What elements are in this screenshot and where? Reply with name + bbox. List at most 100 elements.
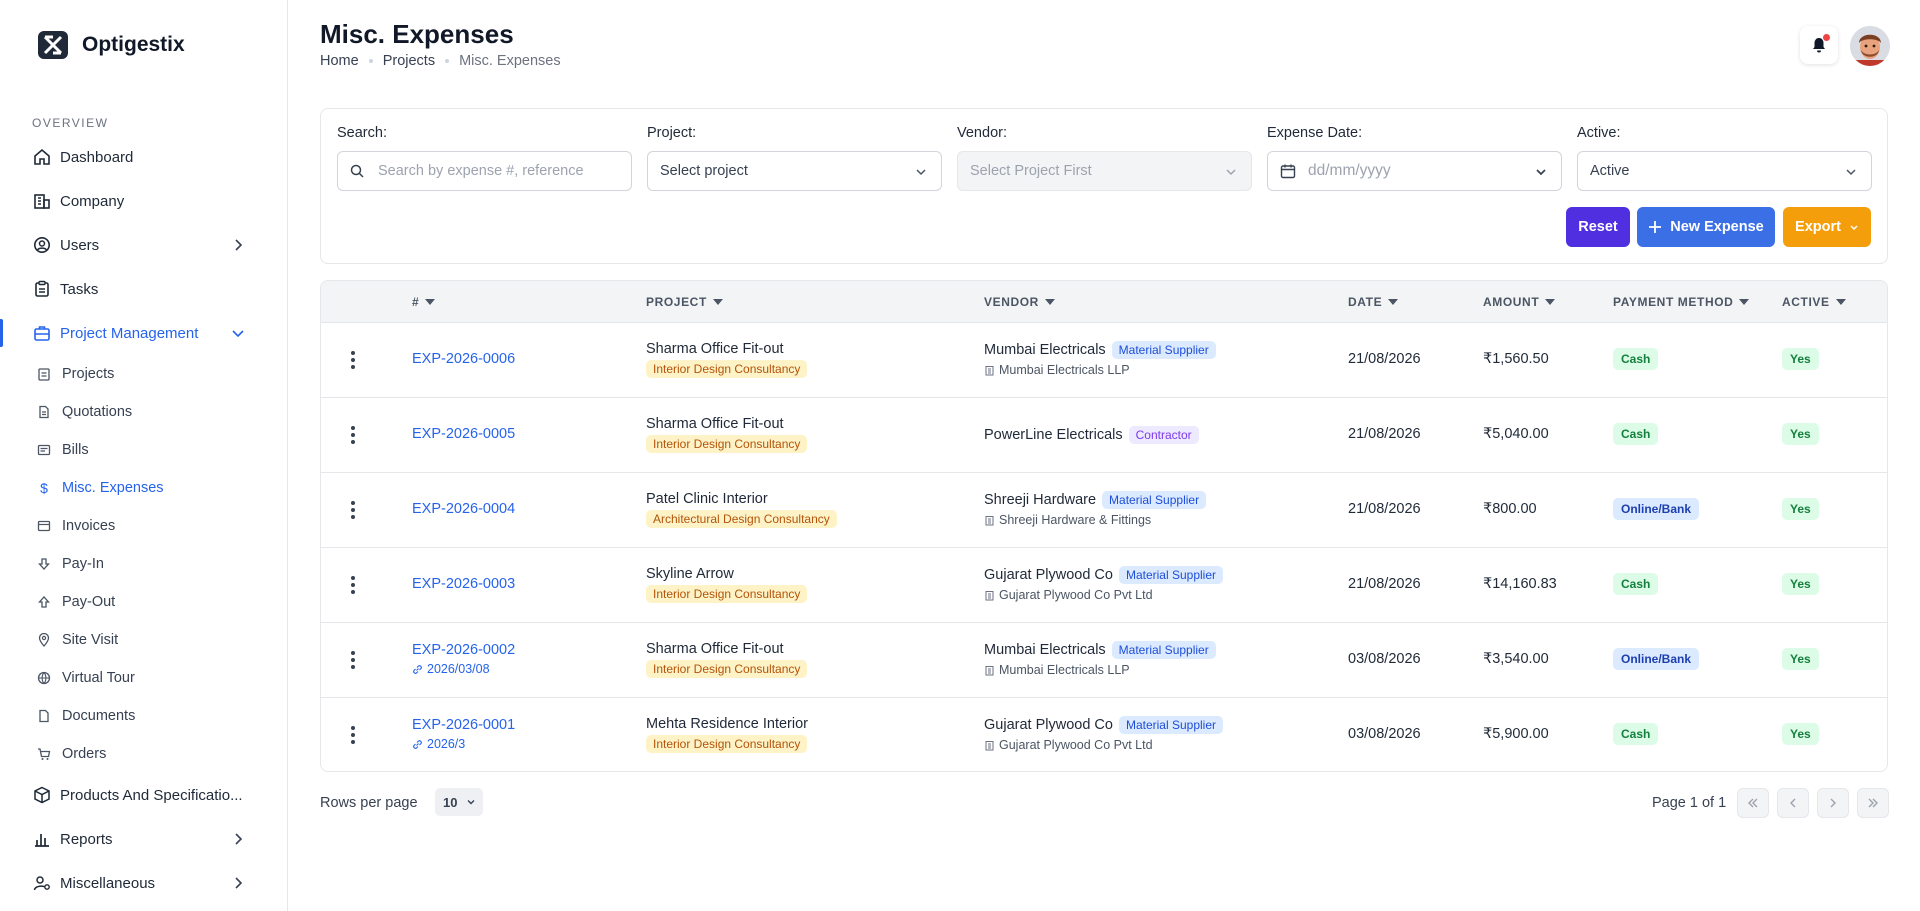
- row-actions-button[interactable]: [341, 647, 365, 673]
- kebab-dot: [351, 365, 355, 369]
- row-actions-button[interactable]: [341, 572, 365, 598]
- vendor-cell: PowerLine Electricals Contractor: [984, 426, 1199, 444]
- project-filter: Project: Select project: [647, 125, 942, 191]
- table-row[interactable]: EXP-2026-0001 2026/3 Mehta Residence Inter…: [321, 697, 1887, 771]
- sidebar-subitem-site-visit[interactable]: Site Visit: [0, 621, 288, 659]
- vendor-select[interactable]: Select Project First: [957, 151, 1252, 191]
- expense-number-link[interactable]: EXP-2026-0002: [412, 642, 515, 658]
- expense-number-link[interactable]: EXP-2026-0004: [412, 501, 515, 517]
- kebab-dot: [351, 576, 355, 580]
- globe-icon: [36, 670, 52, 686]
- sidebar-subitem-bills[interactable]: Bills: [0, 431, 288, 469]
- sidebar-subitem-pay-out[interactable]: Pay-Out: [0, 583, 288, 621]
- active-status-badge: Yes: [1782, 498, 1819, 520]
- filter-panel: Search: Search by expense #, reference P…: [320, 108, 1888, 264]
- next-page-button[interactable]: [1817, 788, 1849, 818]
- sidebar-item-company[interactable]: Company: [0, 179, 288, 223]
- expense-date-picker[interactable]: dd/mm/yyyy: [1267, 151, 1562, 191]
- first-page-button[interactable]: [1737, 788, 1769, 818]
- amount-cell: ₹5,040.00: [1483, 426, 1549, 442]
- sidebar-subitem-quotations[interactable]: Quotations: [0, 393, 288, 431]
- table-row[interactable]: EXP-2026-0002 2026/03/08 Sharma Office Fit…: [321, 622, 1887, 697]
- column-header-vendor[interactable]: VENDOR: [984, 295, 1055, 309]
- sidebar-subitem-projects[interactable]: Projects: [0, 355, 288, 393]
- sidebar-subitem-label: Projects: [62, 366, 115, 382]
- sidebar-subitem-documents[interactable]: Documents: [0, 697, 288, 735]
- arrow-up-icon: [36, 594, 52, 610]
- project-cell: Sharma Office Fit-out Interior Design Con…: [646, 641, 808, 678]
- search-input[interactable]: Search by expense #, reference: [337, 151, 632, 191]
- row-actions-button[interactable]: [341, 722, 365, 748]
- active-select-value: Active: [1590, 163, 1630, 179]
- table-row[interactable]: EXP-2026-0006 Sharma Office Fit-out Interi…: [321, 322, 1887, 397]
- last-page-button[interactable]: [1857, 788, 1889, 818]
- sidebar-item-miscellaneous[interactable]: Miscellaneous: [0, 861, 288, 905]
- project-name: Sharma Office Fit-out: [646, 416, 784, 432]
- kebab-dot: [351, 433, 355, 437]
- expense-date-placeholder: dd/mm/yyyy: [1308, 162, 1391, 179]
- expense-number-cell: EXP-2026-0001 2026/3: [412, 717, 515, 751]
- expense-number-link[interactable]: EXP-2026-0003: [412, 576, 515, 592]
- sidebar-subitem-invoices[interactable]: Invoices: [0, 507, 288, 545]
- payment-method-cell: Cash: [1613, 423, 1659, 445]
- sidebar-item-reports[interactable]: Reports: [0, 817, 288, 861]
- sidebar-item-dashboard[interactable]: Dashboard: [0, 135, 288, 179]
- table-row[interactable]: EXP-2026-0003 Skyline Arrow Interior Desig…: [321, 547, 1887, 622]
- table-row[interactable]: EXP-2026-0005 Sharma Office Fit-out Interi…: [321, 397, 1887, 472]
- payment-method-badge: Cash: [1613, 573, 1659, 595]
- expense-reference-link[interactable]: 2026/03/08: [412, 662, 515, 676]
- page-info: Page 1 of 1: [1652, 795, 1727, 811]
- sidebar-subitem-orders[interactable]: Orders: [0, 735, 288, 773]
- vendor-legal-name: Gujarat Plywood Co Pvt Ltd: [984, 738, 1223, 752]
- sidebar-item-project-management[interactable]: Project Management: [0, 311, 288, 355]
- expense-number-link[interactable]: EXP-2026-0001: [412, 717, 515, 733]
- breadcrumb-home[interactable]: Home: [320, 53, 359, 69]
- active-status-badge: Yes: [1782, 423, 1819, 445]
- column-header-date[interactable]: DATE: [1348, 295, 1399, 309]
- sidebar-item-tasks[interactable]: Tasks: [0, 267, 288, 311]
- plus-icon: [1649, 221, 1662, 233]
- sort-caret-icon: [1044, 299, 1055, 305]
- brand[interactable]: Optigestix: [36, 28, 185, 62]
- building-icon: [985, 590, 994, 600]
- expense-number-link[interactable]: EXP-2026-0006: [412, 351, 515, 367]
- project-select-value: Select project: [660, 163, 748, 179]
- column-header-active[interactable]: ACTIVE: [1782, 295, 1846, 309]
- column-header-project[interactable]: PROJECT: [646, 295, 723, 309]
- sidebar-subitem-label: Quotations: [62, 404, 133, 420]
- previous-page-button[interactable]: [1777, 788, 1809, 818]
- reset-button[interactable]: Reset: [1566, 207, 1630, 247]
- kebab-dot: [351, 583, 355, 587]
- new-expense-button[interactable]: New Expense: [1637, 207, 1775, 247]
- row-actions-button[interactable]: [341, 422, 365, 448]
- row-actions-button[interactable]: [341, 347, 365, 373]
- active-select[interactable]: Active: [1577, 151, 1872, 191]
- kebab-dot: [351, 501, 355, 505]
- notifications-button[interactable]: [1800, 26, 1838, 64]
- sidebar-item-products[interactable]: Products And Specificatio...: [0, 773, 288, 817]
- sidebar-subitem-misc-expenses[interactable]: $ Misc. Expenses: [0, 469, 288, 507]
- vendor-cell: Mumbai Electricals Material Supplier Mumba…: [984, 641, 1216, 677]
- avatar[interactable]: [1850, 26, 1890, 66]
- project-name: Sharma Office Fit-out: [646, 341, 784, 357]
- column-header-amount[interactable]: AMOUNT: [1483, 295, 1556, 309]
- active-status-badge: Yes: [1782, 648, 1819, 670]
- rows-per-page-select[interactable]: 10: [435, 788, 483, 816]
- sidebar-subitem-virtual-tour[interactable]: Virtual Tour: [0, 659, 288, 697]
- link-icon: [413, 739, 422, 749]
- column-header-number[interactable]: #: [412, 295, 436, 309]
- vendor-legal-name: Mumbai Electricals LLP: [984, 363, 1216, 377]
- column-header-payment-method[interactable]: PAYMENT METHOD: [1613, 295, 1750, 309]
- vendor-cell: Gujarat Plywood Co Material Supplier Gujar…: [984, 566, 1223, 602]
- payment-method-badge: Cash: [1613, 423, 1659, 445]
- export-button[interactable]: Export: [1783, 207, 1871, 247]
- sidebar-subitem-pay-in[interactable]: Pay-In: [0, 545, 288, 583]
- expense-reference-link[interactable]: 2026/3: [412, 737, 515, 751]
- vendor-type-tag: Material Supplier: [1118, 716, 1223, 734]
- breadcrumb-projects[interactable]: Projects: [383, 53, 435, 69]
- sidebar-item-users[interactable]: Users: [0, 223, 288, 267]
- row-actions-button[interactable]: [341, 497, 365, 523]
- expense-number-link[interactable]: EXP-2026-0005: [412, 426, 515, 442]
- project-select[interactable]: Select project: [647, 151, 942, 191]
- table-row[interactable]: EXP-2026-0004 Patel Clinic Interior Archit…: [321, 472, 1887, 547]
